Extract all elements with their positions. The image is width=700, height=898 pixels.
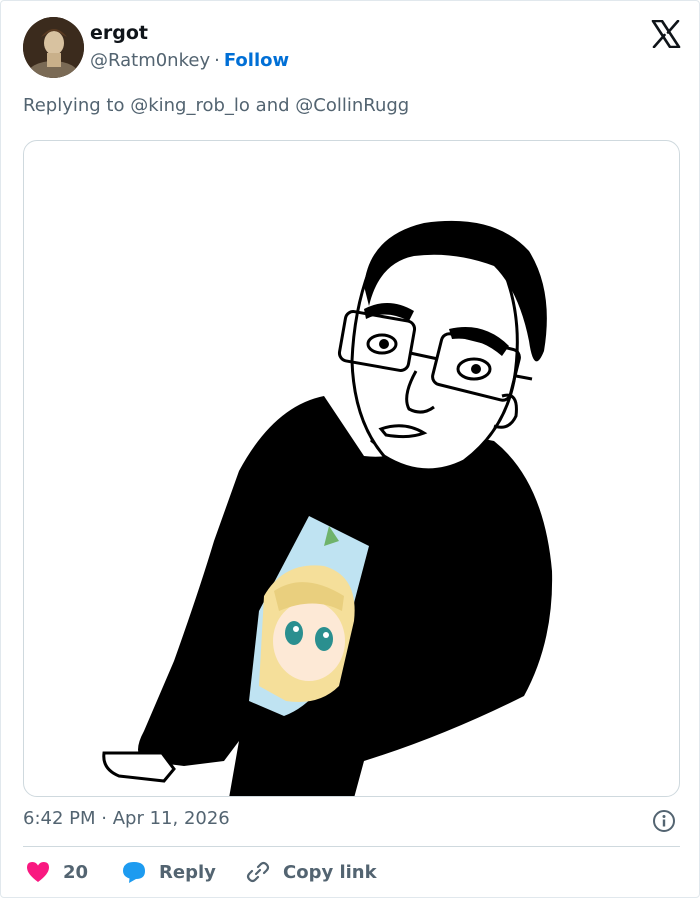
- display-name[interactable]: ergot: [90, 22, 148, 44]
- tweet-date: Apr 11, 2026: [112, 808, 230, 829]
- heart-icon: [27, 862, 49, 882]
- reply-button[interactable]: Reply: [121, 857, 216, 887]
- separator-dot: ·: [214, 50, 220, 71]
- handle-row: @Ratm0nkey · Follow: [90, 50, 289, 71]
- tweet-image[interactable]: [23, 140, 680, 797]
- tweet-time: 6:42 PM: [23, 808, 96, 829]
- avatar[interactable]: [23, 17, 84, 78]
- mention-link[interactable]: @CollinRugg: [295, 95, 409, 116]
- like-count: 20: [63, 861, 89, 883]
- link-icon: [246, 861, 270, 883]
- copy-link-label: Copy link: [283, 861, 377, 883]
- replying-to: Replying to @king_rob_lo and @CollinRugg: [23, 95, 409, 116]
- user-handle[interactable]: @Ratm0nkey: [90, 50, 210, 71]
- mention-link[interactable]: @king_rob_lo: [130, 95, 250, 116]
- info-icon[interactable]: [652, 809, 676, 833]
- separator-dot: ·: [101, 808, 107, 829]
- divider: [23, 846, 680, 847]
- tweet-timestamp[interactable]: 6:42 PM · Apr 11, 2026: [23, 808, 230, 829]
- reply-label: Reply: [159, 861, 216, 883]
- copy-link-button[interactable]: Copy link: [245, 857, 377, 887]
- like-button[interactable]: 20: [25, 857, 88, 887]
- tweet-header: ergot @Ratm0nkey · Follow: [23, 17, 683, 79]
- tweet-card: ergot @Ratm0nkey · Follow Replying to @kin…: [0, 0, 700, 898]
- follow-button[interactable]: Follow: [224, 50, 289, 71]
- replying-conjunction: and: [255, 95, 290, 116]
- x-logo-icon[interactable]: [651, 19, 681, 49]
- tweet-actions: 20 Reply Copy link: [23, 857, 683, 887]
- replying-prefix: Replying to: [23, 95, 125, 116]
- reply-bubble-icon: [123, 862, 145, 883]
